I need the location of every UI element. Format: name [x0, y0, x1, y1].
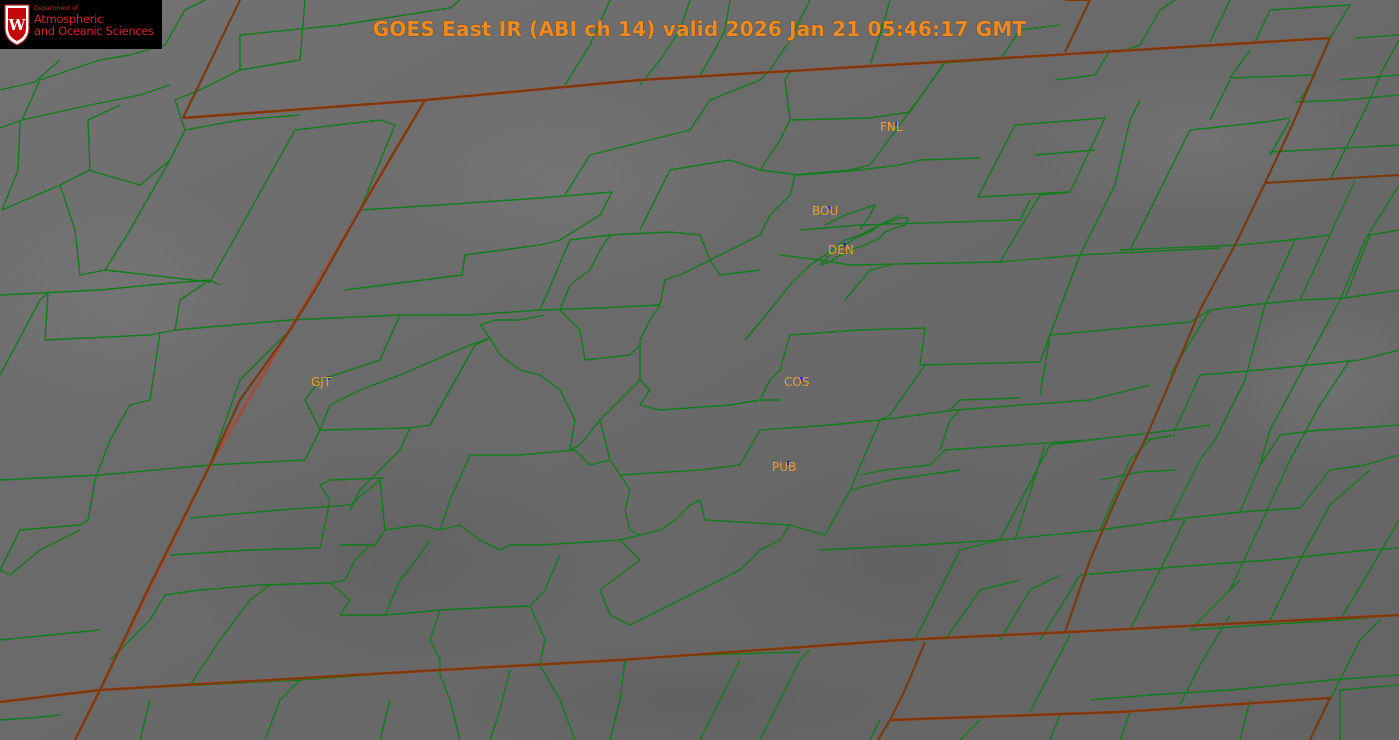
logo-text: Department of Atmospheric and Oceanic Sc… — [34, 5, 160, 39]
station-marker-gjt — [327, 376, 330, 380]
station-marker-fnl — [895, 122, 898, 126]
logo-line-2: and Oceanic Sciences — [34, 24, 154, 39]
satellite-viewer: FNL BOU DEN GJT COS PUB GOES East IR (AB… — [0, 0, 1399, 740]
aos-logo[interactable]: W Department of Atmospheric and Oceanic … — [0, 0, 162, 49]
station-marker-pub — [787, 461, 790, 465]
ir-satellite-map — [0, 0, 1399, 740]
uw-crest-icon: W — [4, 4, 30, 46]
station-marker-bou — [828, 206, 831, 210]
station-marker-cos — [800, 377, 803, 381]
svg-text:W: W — [8, 16, 27, 34]
station-marker-den — [843, 243, 846, 247]
